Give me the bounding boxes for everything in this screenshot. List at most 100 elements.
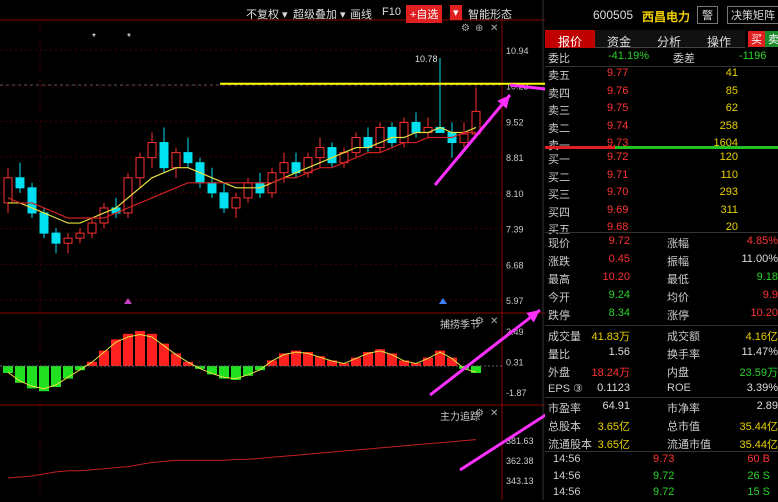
- tick-price: 9.73: [653, 453, 674, 465]
- tab-analysis[interactable]: 分析: [657, 33, 681, 50]
- fund-label: 总股本: [548, 418, 581, 434]
- volume-row: 成交量41.83万成交额4.16亿: [545, 327, 778, 344]
- sell-level-row: 卖三9.7562: [545, 101, 778, 118]
- level-volume: 293: [720, 186, 738, 198]
- favorite-dropdown-button[interactable]: ▾: [450, 5, 462, 20]
- level-price: 9.75: [607, 102, 628, 114]
- tab-fund[interactable]: 资金: [607, 33, 631, 50]
- smart-form-button[interactable]: 智能形态: [468, 6, 512, 22]
- ind1-axis-label: 0.31: [506, 358, 524, 368]
- level-volume: 120: [720, 151, 738, 163]
- overlay-dropdown[interactable]: 超级叠加 ▾: [293, 6, 346, 22]
- fund-value: 35.44亿: [739, 418, 778, 434]
- tick-volume: 15 S: [747, 486, 770, 498]
- candle-body: [208, 183, 216, 193]
- tick-row: 14:56 9.72 26 S: [545, 469, 778, 486]
- quote-label: 涨幅: [667, 235, 689, 251]
- ind1-close-icon[interactable]: ✕: [490, 316, 498, 327]
- fund-label: 流通市值: [667, 436, 711, 452]
- ind1-bar: [159, 344, 169, 366]
- fund-label: 总市值: [667, 418, 700, 434]
- tab-quote[interactable]: 报价: [558, 33, 582, 50]
- sell-level-row: 卖二9.74258: [545, 119, 778, 136]
- tick-row: 14:56 9.72 15 S: [545, 485, 778, 502]
- level-label: 买一: [548, 151, 570, 167]
- level-volume: 258: [720, 120, 738, 132]
- ind1-bar: [15, 366, 25, 383]
- volume-label: 成交额: [667, 328, 700, 344]
- level-price: 9.70: [607, 186, 628, 198]
- tick-volume: 26 S: [747, 470, 770, 482]
- kline-chart-area[interactable]: 10.9410.239.528.818.107.396.685.972.490.…: [0, 0, 545, 500]
- ind2-title[interactable]: 主力追踪: [440, 408, 480, 423]
- ind1-bar: [387, 353, 397, 366]
- stock-name: 西昌电力: [642, 8, 690, 25]
- quote-label: 均价: [667, 289, 689, 305]
- candle-body: [220, 193, 228, 208]
- candle-body: [376, 127, 384, 147]
- candle-body: [244, 183, 252, 198]
- ind1-bar: [147, 334, 157, 366]
- zoom-icon[interactable]: ⊕: [475, 23, 483, 34]
- add-favorite-button[interactable]: +自选: [406, 5, 442, 23]
- ind2-close-icon[interactable]: ✕: [490, 408, 498, 419]
- volume-value: 1.56: [609, 346, 630, 358]
- ind1-settings-icon[interactable]: ⚙: [475, 316, 484, 327]
- level-volume: 85: [726, 85, 738, 97]
- candle-body: [460, 134, 468, 143]
- ind1-title[interactable]: 捕捞季节: [440, 316, 480, 331]
- tick-time: 14:56: [553, 486, 581, 498]
- quote-panel: 600505 西昌电力 警 决策矩阵 报价 资金 分析 操作 买 卖 委比 -4…: [545, 0, 778, 500]
- alert-button[interactable]: 警: [697, 6, 718, 24]
- candle-body: [172, 153, 180, 168]
- volume-value: 41.83万: [591, 328, 630, 344]
- quote-label: 跌停: [548, 307, 570, 323]
- candle-body: [148, 143, 156, 158]
- settings-icon[interactable]: ⚙: [461, 23, 470, 34]
- ind1-bar: [171, 353, 181, 366]
- ind2-settings-icon[interactable]: ⚙: [475, 408, 484, 419]
- quote-value: 4.85%: [747, 235, 778, 247]
- quote-label: 涨停: [667, 307, 689, 323]
- ind2-axis-label: 362.38: [506, 456, 534, 466]
- quote-label: 振幅: [667, 253, 689, 269]
- fund-value: 3.65亿: [598, 418, 630, 434]
- y-axis-tick-label: 5.97: [506, 296, 524, 306]
- quote-label: 现价: [548, 235, 570, 251]
- level-label: 买四: [548, 204, 570, 220]
- fund-label: 流通股本: [548, 436, 592, 452]
- candle-body: [52, 233, 60, 243]
- f10-button[interactable]: F10: [382, 6, 401, 18]
- buy-level-row: 买二9.71110: [545, 168, 778, 185]
- quote-row: 今开9.24均价9.9: [545, 288, 778, 305]
- ind1-bar: [135, 331, 145, 366]
- quote-row: 跌停8.34涨停10.20: [545, 306, 778, 323]
- candle-body: [280, 163, 288, 173]
- candle-body: [88, 223, 96, 233]
- buy-button[interactable]: 买: [748, 31, 765, 47]
- volume-label: 外盘: [548, 364, 570, 380]
- decision-matrix-button[interactable]: 决策矩阵: [727, 6, 778, 24]
- volume-label: 成交量: [548, 328, 581, 344]
- volume-value: 11.47%: [742, 346, 778, 358]
- level-volume: 62: [726, 102, 738, 114]
- ind1-bar: [51, 366, 61, 387]
- y-axis-tick-label: 7.39: [506, 225, 524, 235]
- tab-operation[interactable]: 操作: [707, 33, 731, 50]
- tick-time: 14:56: [553, 470, 581, 482]
- ind1-bar: [363, 352, 373, 366]
- fuquan-dropdown[interactable]: 不复权 ▾: [246, 6, 288, 22]
- draw-line-button[interactable]: 画线: [350, 6, 372, 22]
- candle-body: [400, 122, 408, 142]
- ind1-bar: [3, 366, 13, 373]
- tick-price: 9.72: [653, 486, 674, 498]
- candle-body: [412, 122, 420, 132]
- ind1-bar: [99, 351, 109, 366]
- quote-row: 现价9.72涨幅4.85%: [545, 234, 778, 251]
- quote-label: 今开: [548, 289, 570, 305]
- sell-button[interactable]: 卖: [765, 31, 778, 47]
- level-volume: 41: [726, 67, 738, 79]
- quote-value: 10.20: [750, 307, 778, 319]
- close-icon[interactable]: ✕: [490, 23, 498, 34]
- tick-price: 9.72: [653, 470, 674, 482]
